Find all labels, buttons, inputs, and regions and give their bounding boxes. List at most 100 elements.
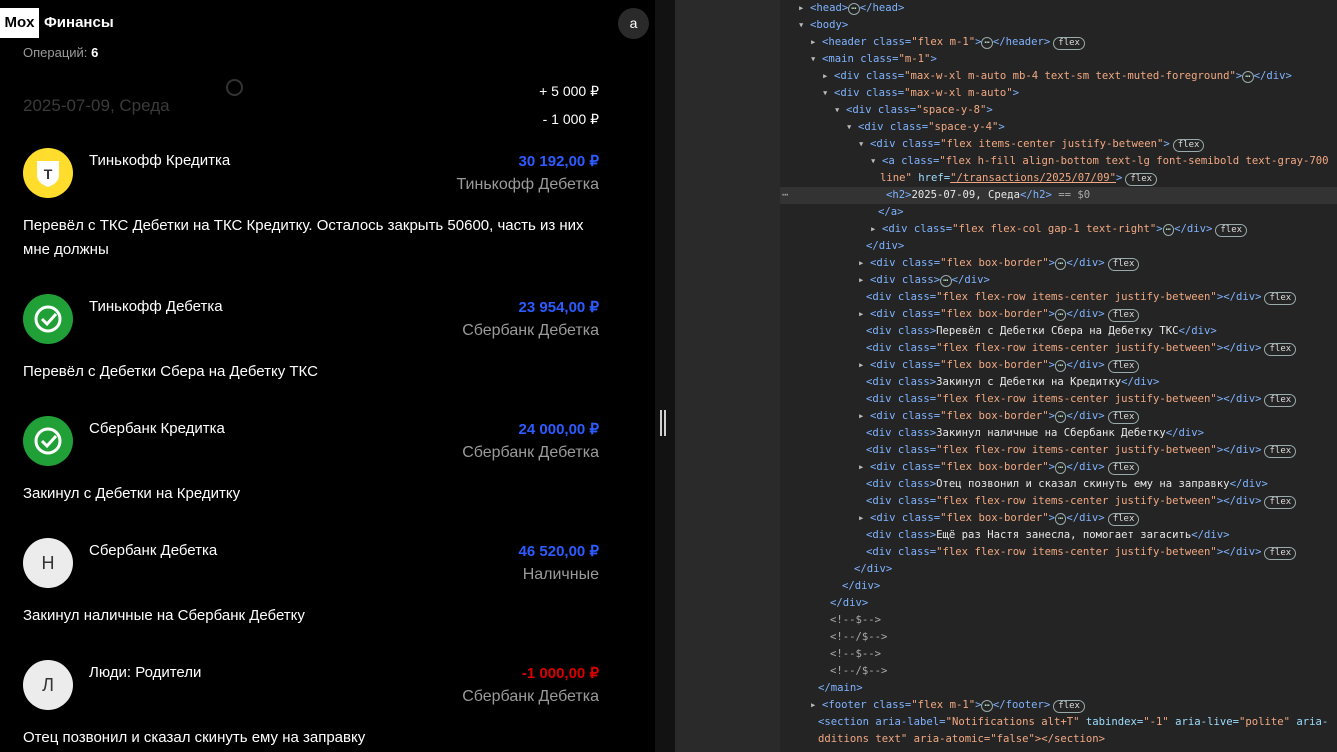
dom-node-div[interactable]: <div class>Закинул с Дебетки на Кредитку… <box>866 374 1159 391</box>
dom-node-div[interactable]: ▾ <div class="space-y-4"> <box>846 119 1005 136</box>
expand-arrow-icon[interactable]: ▸ <box>858 255 870 272</box>
transaction-item[interactable]: Тинькофф Дебетка 23 954,00 ₽ Сбербанк Де… <box>0 294 655 344</box>
ellipsis-icon[interactable]: ⋯ <box>1055 309 1067 321</box>
flex-badge[interactable]: flex <box>1125 173 1158 186</box>
dom-node-div[interactable]: ▸ <div class="flex box-border"> ⋯ </div> fle… <box>858 255 1140 272</box>
dom-node-div[interactable]: <div class="flex flex-row items-center j… <box>866 289 1297 306</box>
collapse-arrow-icon[interactable]: ▾ <box>846 119 858 136</box>
dom-node-head[interactable]: ▸ <head> ⋯ </head> <box>798 0 904 17</box>
dom-node-h2-selected[interactable]: ⋯ <h2>2025-07-09, Среда</h2> == $0 <box>780 187 1337 204</box>
flex-badge[interactable]: flex <box>1264 292 1297 305</box>
more-icon[interactable]: ⋯ <box>782 187 788 204</box>
dom-node-div[interactable]: <div class>Закинул наличные на Сбербанк … <box>866 425 1204 442</box>
dom-comment[interactable]: <!--/$--> <box>830 629 887 646</box>
flex-badge[interactable]: flex <box>1107 411 1140 424</box>
dom-comment[interactable]: <!--$--> <box>830 646 881 663</box>
ellipsis-icon[interactable]: ⋯ <box>981 37 993 49</box>
dom-node-main-close[interactable]: </main> <box>818 680 863 697</box>
collapse-arrow-icon[interactable]: ▾ <box>870 153 882 170</box>
dom-node-div[interactable]: ▾ <div class="flex items-center justify-b… <box>858 136 1205 153</box>
dom-node-div[interactable]: ▸ <div class> ⋯ </div> <box>858 272 990 289</box>
dom-node-div[interactable]: <div class="flex flex-row items-center j… <box>866 391 1297 408</box>
flex-badge[interactable]: flex <box>1053 700 1085 713</box>
ellipsis-icon[interactable]: ⋯ <box>1055 360 1067 372</box>
dom-node-div[interactable]: ▾ <div class="space-y-8"> <box>834 102 993 119</box>
dom-node-div[interactable]: <div class>Ещё раз Настя занесла, помога… <box>866 527 1230 544</box>
flex-badge[interactable]: flex <box>1215 224 1248 237</box>
user-avatar-button[interactable]: a <box>618 8 649 39</box>
flex-badge[interactable]: flex <box>1107 513 1140 526</box>
flex-badge[interactable]: flex <box>1107 309 1140 322</box>
transaction-item[interactable]: T Тинькофф Кредитка 30 192,00 ₽ Тинькофф… <box>0 148 655 198</box>
dom-node-div-close[interactable]: </div> <box>854 561 892 578</box>
dom-comment[interactable]: <!--$--> <box>830 612 881 629</box>
ellipsis-icon[interactable]: ⋯ <box>940 275 952 287</box>
expand-arrow-icon[interactable]: ▸ <box>870 221 882 238</box>
expand-arrow-icon[interactable]: ▸ <box>858 408 870 425</box>
dom-node-a[interactable]: ▾ <a class="flex h-fill align-bottom text… <box>870 153 1328 170</box>
expand-arrow-icon[interactable]: ▸ <box>858 306 870 323</box>
ellipsis-icon[interactable]: ⋯ <box>981 700 993 712</box>
transaction-item[interactable]: Л Люди: Родители -1 000,00 ₽ Сбербанк Де… <box>0 660 655 710</box>
expand-arrow-icon[interactable]: ▸ <box>810 34 822 51</box>
dom-node-div-close[interactable]: </div> <box>866 238 904 255</box>
expand-arrow-icon[interactable]: ▸ <box>858 357 870 374</box>
resize-handle[interactable] <box>660 410 666 436</box>
logo-mox[interactable]: Mox <box>0 8 39 38</box>
dom-node-section[interactable]: <section aria-label="Notifications alt+T… <box>818 714 1328 731</box>
flex-badge[interactable]: flex <box>1264 394 1297 407</box>
dom-node-div[interactable]: ▾ <div class="max-w-xl m-auto"> <box>822 85 1019 102</box>
dom-node-div[interactable]: <div class="flex flex-row items-center j… <box>866 544 1297 561</box>
dom-node-body[interactable]: ▾ <body> <box>798 17 848 34</box>
dom-node-main[interactable]: ▾ <main class="m-1"> <box>810 51 937 68</box>
transaction-item[interactable]: Н Сбербанк Дебетка 46 520,00 ₽ Наличные <box>0 538 655 588</box>
collapse-arrow-icon[interactable]: ▾ <box>810 51 822 68</box>
dom-node-section-cont[interactable]: dditions text" aria-atomic="false"></sec… <box>818 731 1105 748</box>
flex-badge[interactable]: flex <box>1107 258 1140 271</box>
ellipsis-icon[interactable]: ⋯ <box>1055 258 1067 270</box>
dom-node-div[interactable]: <div class="flex flex-row items-center j… <box>866 442 1297 459</box>
dom-node-div[interactable]: ▸ <div class="flex flex-col gap-1 text-ri… <box>870 221 1248 238</box>
flex-badge[interactable]: flex <box>1107 462 1140 475</box>
expand-arrow-icon[interactable]: ▸ <box>858 272 870 289</box>
dom-node-div[interactable]: <div class="flex flex-row items-center j… <box>866 493 1297 510</box>
dom-node-div[interactable]: ▸ <div class="flex box-border"> ⋯ </div> fle… <box>858 357 1140 374</box>
dom-node-a-cont[interactable]: line" href="/transactions/2025/07/09"> fl… <box>880 170 1158 187</box>
flex-badge[interactable]: flex <box>1053 37 1085 50</box>
dom-node-div-close[interactable]: </div> <box>830 595 868 612</box>
ellipsis-icon[interactable]: ⋯ <box>1055 411 1067 423</box>
flex-badge[interactable]: flex <box>1264 547 1297 560</box>
flex-badge[interactable]: flex <box>1107 360 1140 373</box>
expand-arrow-icon[interactable]: ▸ <box>858 459 870 476</box>
dom-node-div[interactable]: ▸ <div class="max-w-xl m-auto mb-4 text-s… <box>822 68 1292 85</box>
expand-arrow-icon[interactable]: ▸ <box>858 510 870 527</box>
dom-node-div[interactable]: ▸ <div class="flex box-border"> ⋯ </div> fle… <box>858 408 1140 425</box>
ellipsis-icon[interactable]: ⋯ <box>848 3 860 15</box>
flex-badge[interactable]: flex <box>1264 343 1297 356</box>
expand-arrow-icon[interactable]: ▸ <box>810 697 822 714</box>
dom-node-header[interactable]: ▸ <header class="flex m-1"> ⋯ </header> flex <box>810 34 1085 51</box>
transaction-item[interactable]: Сбербанк Кредитка 24 000,00 ₽ Сбербанк Д… <box>0 416 655 466</box>
ellipsis-icon[interactable]: ⋯ <box>1055 462 1067 474</box>
collapse-arrow-icon[interactable]: ▾ <box>858 136 870 153</box>
dom-node-div-close[interactable]: </div> <box>842 578 880 595</box>
ellipsis-icon[interactable]: ⋯ <box>1242 71 1254 83</box>
dom-comment[interactable]: <!--/$--> <box>830 663 887 680</box>
flex-badge[interactable]: flex <box>1264 496 1297 509</box>
date-heading-link[interactable]: 2025-07-09, Среда <box>23 96 170 116</box>
dom-node-div[interactable]: <div class>Перевёл с Дебетки Сбера на Де… <box>866 323 1217 340</box>
dom-node-a-close[interactable]: </a> <box>878 204 904 221</box>
collapse-arrow-icon[interactable]: ▾ <box>834 102 846 119</box>
ellipsis-icon[interactable]: ⋯ <box>1055 513 1067 525</box>
dom-node-div[interactable]: ▸ <div class="flex box-border"> ⋯ </div> fle… <box>858 510 1140 527</box>
dom-node-div[interactable]: ▸ <div class="flex box-border"> ⋯ </div> fle… <box>858 459 1140 476</box>
dom-node-footer[interactable]: ▸ <footer class="flex m-1"> ⋯ </footer> flex <box>810 697 1085 714</box>
href-link[interactable]: "/transactions/2025/07/09" <box>950 172 1116 184</box>
flex-badge[interactable]: flex <box>1264 445 1297 458</box>
flex-badge[interactable]: flex <box>1172 139 1205 152</box>
ellipsis-icon[interactable]: ⋯ <box>1162 224 1175 236</box>
expand-arrow-icon[interactable]: ▸ <box>822 68 834 85</box>
collapse-arrow-icon[interactable]: ▾ <box>822 85 834 102</box>
expand-arrow-icon[interactable]: ▸ <box>798 0 810 17</box>
collapse-arrow-icon[interactable]: ▾ <box>798 17 810 34</box>
